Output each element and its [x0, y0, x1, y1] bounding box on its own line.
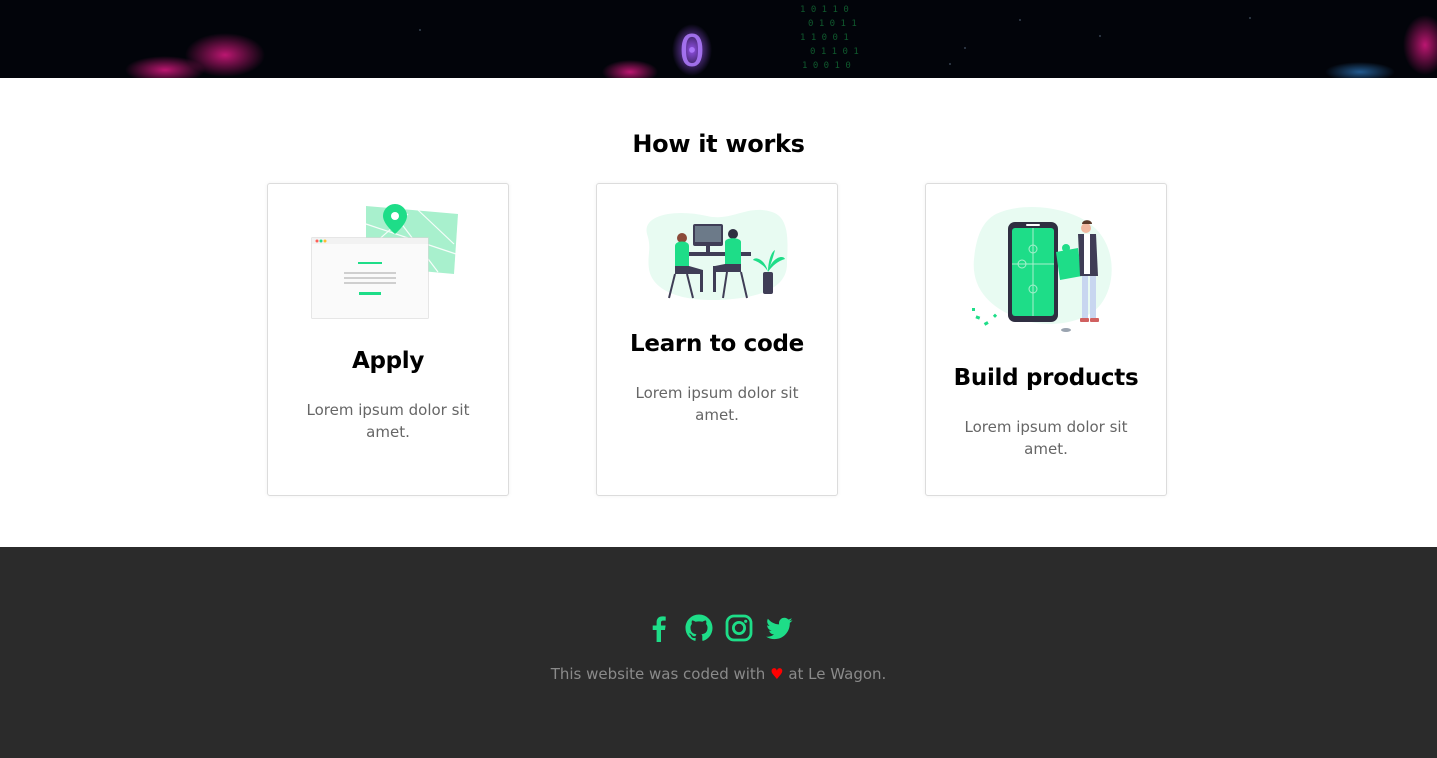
- github-icon: [685, 614, 712, 641]
- people-coding-at-desk-illustration: [597, 204, 837, 308]
- facebook-link[interactable]: [641, 611, 677, 645]
- card-title: Learn to code: [630, 331, 804, 357]
- github-link[interactable]: [681, 611, 717, 645]
- instagram-link[interactable]: [721, 611, 757, 645]
- card-title: Apply: [351, 348, 425, 374]
- svg-text:0 1 1 0 1: 0 1 1 0 1: [810, 47, 859, 57]
- phone-puzzle-builder-illustration: [926, 204, 1166, 343]
- svg-text:0 1 0 1 1: 0 1 0 1 1: [808, 19, 857, 29]
- twitter-link[interactable]: [761, 611, 797, 645]
- twitter-icon: [765, 617, 792, 640]
- how-it-works-section: How it works Apply Lorem ipsum dolor sit…: [0, 78, 1437, 547]
- svg-text:1 0 0 1 0: 1 0 0 1 0: [802, 61, 851, 71]
- hero-banner-image: 0 1 0 1 1 0 0 1 0 1 1 1 1 0 0 1 0 1 1 0 …: [0, 0, 1437, 78]
- footer-credit: This website was coded with ♥ at Le Wago…: [0, 665, 1437, 683]
- svg-text:0: 0: [679, 26, 706, 77]
- card-learn-to-code: Learn to code Lorem ipsum dolor sit amet…: [596, 183, 838, 496]
- footer-text-before: This website was coded with: [550, 665, 766, 683]
- facebook-icon: [652, 616, 666, 642]
- card-apply: Apply Lorem ipsum dolor sit amet.: [267, 183, 509, 496]
- card-text: Lorem ipsum dolor sit amet.: [635, 384, 799, 424]
- heart-icon: ♥: [770, 665, 784, 683]
- card-title: Build products: [953, 365, 1139, 391]
- card-text: Lorem ipsum dolor sit amet.: [964, 418, 1128, 458]
- svg-text:1 1 0 0 1: 1 1 0 0 1: [800, 33, 849, 43]
- instagram-icon: [725, 614, 752, 642]
- svg-text:1 0 1 1 0: 1 0 1 1 0: [800, 5, 849, 15]
- map-location-window-illustration: [268, 204, 508, 328]
- footer: This website was coded with ♥ at Le Wago…: [0, 547, 1437, 758]
- card-build-products: Build products Lorem ipsum dolor sit ame…: [925, 183, 1167, 496]
- social-links: [0, 611, 1437, 645]
- footer-text-after: at Le Wagon.: [788, 665, 887, 683]
- section-title: How it works: [632, 130, 805, 158]
- card-text: Lorem ipsum dolor sit amet.: [306, 401, 470, 441]
